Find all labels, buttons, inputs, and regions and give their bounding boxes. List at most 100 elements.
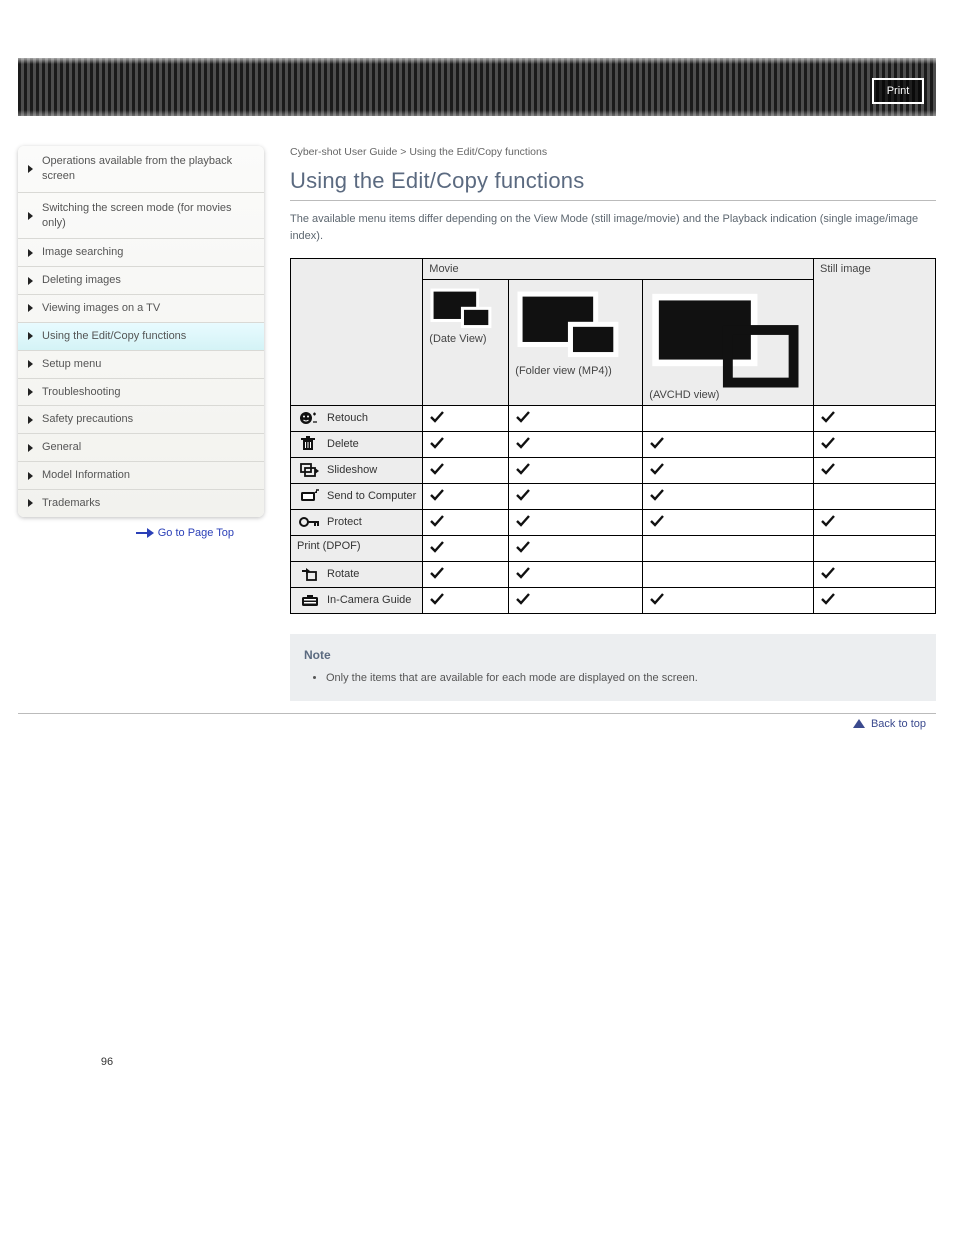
folder-mp4-icon <box>515 284 636 365</box>
row-label: Rotate <box>291 562 423 588</box>
copy-icon <box>297 462 323 478</box>
table-row: Slideshow <box>291 458 936 484</box>
cell <box>814 588 936 614</box>
sidebar-item-label: Using the Edit/Copy functions <box>42 330 186 342</box>
row-label: Print (DPOF) <box>291 536 423 562</box>
back-to-top-link[interactable]: Back to top <box>871 718 926 730</box>
chevron-right-icon <box>28 304 33 312</box>
table-row: Send to Computer <box>291 484 936 510</box>
print-button[interactable]: Print <box>872 78 924 104</box>
cell <box>814 432 936 458</box>
check-icon <box>515 488 531 502</box>
cell <box>643 406 814 432</box>
sidebar-item-general[interactable]: General <box>18 433 264 461</box>
check-icon <box>820 436 836 450</box>
check-icon <box>820 410 836 424</box>
sidebar-item-deleting[interactable]: Deleting images <box>18 266 264 294</box>
sidebar-item-modelinfo[interactable]: Model Information <box>18 461 264 489</box>
check-icon <box>429 566 445 580</box>
check-icon <box>429 592 445 606</box>
sidebar-item-tv[interactable]: Viewing images on a TV <box>18 294 264 322</box>
sidebar-item-editcopy[interactable]: Using the Edit/Copy functions <box>18 322 264 350</box>
chevron-right-icon <box>28 499 33 507</box>
th-dateview: (Date View) <box>423 280 509 406</box>
cell <box>643 536 814 562</box>
cell <box>509 510 643 536</box>
cell <box>509 536 643 562</box>
sidebar-item-label: Operations available from the playback s… <box>42 155 232 182</box>
sidebar-item-setup[interactable]: Setup menu <box>18 350 264 378</box>
sidebar-item-label: Viewing images on a TV <box>42 302 160 314</box>
breadcrumb-root[interactable]: Cyber-shot User Guide <box>290 146 397 158</box>
sidebar-item-searching[interactable]: Image searching <box>18 238 264 266</box>
sidebar-item-label: Deleting images <box>42 274 121 286</box>
row-label: Slideshow <box>291 458 423 484</box>
cell <box>509 458 643 484</box>
check-icon <box>429 540 445 554</box>
cell <box>509 406 643 432</box>
arrow-right-icon <box>136 529 154 537</box>
cell <box>423 536 509 562</box>
cell <box>423 484 509 510</box>
check-icon <box>429 410 445 424</box>
sidebar-item-switching[interactable]: Switching the screen mode (for movies on… <box>18 192 264 239</box>
note-item: Only the items that are available for ea… <box>326 670 922 687</box>
sidebar: Operations available from the playback s… <box>18 146 264 701</box>
sidebar-item-safety[interactable]: Safety precautions <box>18 405 264 433</box>
cell <box>509 432 643 458</box>
check-icon <box>820 514 836 528</box>
table-row: Print (DPOF) <box>291 536 936 562</box>
sub-icon <box>297 566 323 582</box>
note-box: Note Only the items that are available f… <box>290 634 936 701</box>
table-row: Retouch <box>291 406 936 432</box>
chevron-right-icon <box>28 165 33 173</box>
trash-icon <box>297 436 323 452</box>
cell <box>509 562 643 588</box>
table-row: Delete <box>291 432 936 458</box>
row-label: Retouch <box>291 406 423 432</box>
sidebar-item-label: Trademarks <box>42 497 100 509</box>
go-top-link[interactable]: Go to Page Top <box>158 527 234 539</box>
cell <box>509 484 643 510</box>
sidebar-item-trademarks[interactable]: Trademarks <box>18 489 264 517</box>
sidebar-item-label: Setup menu <box>42 358 101 370</box>
cell <box>423 406 509 432</box>
main-content: Cyber-shot User Guide > Using the Edit/C… <box>264 146 936 701</box>
cell <box>814 406 936 432</box>
cell <box>643 432 814 458</box>
check-icon <box>429 488 445 502</box>
sidebar-item-label: Model Information <box>42 469 130 481</box>
check-icon <box>820 566 836 580</box>
lead-text: The available menu items differ dependin… <box>290 211 936 244</box>
row-label: In-Camera Guide <box>291 588 423 614</box>
folder-date-icon <box>429 284 502 333</box>
breadcrumb: Cyber-shot User Guide > Using the Edit/C… <box>290 146 936 158</box>
chevron-right-icon <box>28 388 33 396</box>
cell <box>643 562 814 588</box>
cell <box>643 588 814 614</box>
row-label: Send to Computer <box>291 484 423 510</box>
check-icon <box>820 462 836 476</box>
tool-icon <box>297 592 323 608</box>
sidebar-item-label: General <box>42 441 81 453</box>
cell <box>423 510 509 536</box>
check-icon <box>515 592 531 606</box>
cell <box>814 562 936 588</box>
row-label: Delete <box>291 432 423 458</box>
note-title: Note <box>304 648 922 662</box>
sidebar-item-operations[interactable]: Operations available from the playback s… <box>18 146 264 192</box>
folder-avchd-icon <box>649 284 807 389</box>
check-icon <box>515 514 531 528</box>
chevron-right-icon <box>28 277 33 285</box>
cell <box>814 484 936 510</box>
check-icon <box>515 540 531 554</box>
sidebar-item-trouble[interactable]: Troubleshooting <box>18 378 264 406</box>
go-to-page-top[interactable]: Go to Page Top <box>18 517 264 539</box>
cell <box>814 510 936 536</box>
th-avchd: (AVCHD view) <box>643 280 814 406</box>
sidebar-item-label: Switching the screen mode (for movies on… <box>42 202 232 229</box>
chevron-right-icon <box>28 416 33 424</box>
cell <box>423 562 509 588</box>
upload-icon <box>297 488 323 504</box>
check-icon <box>429 514 445 528</box>
